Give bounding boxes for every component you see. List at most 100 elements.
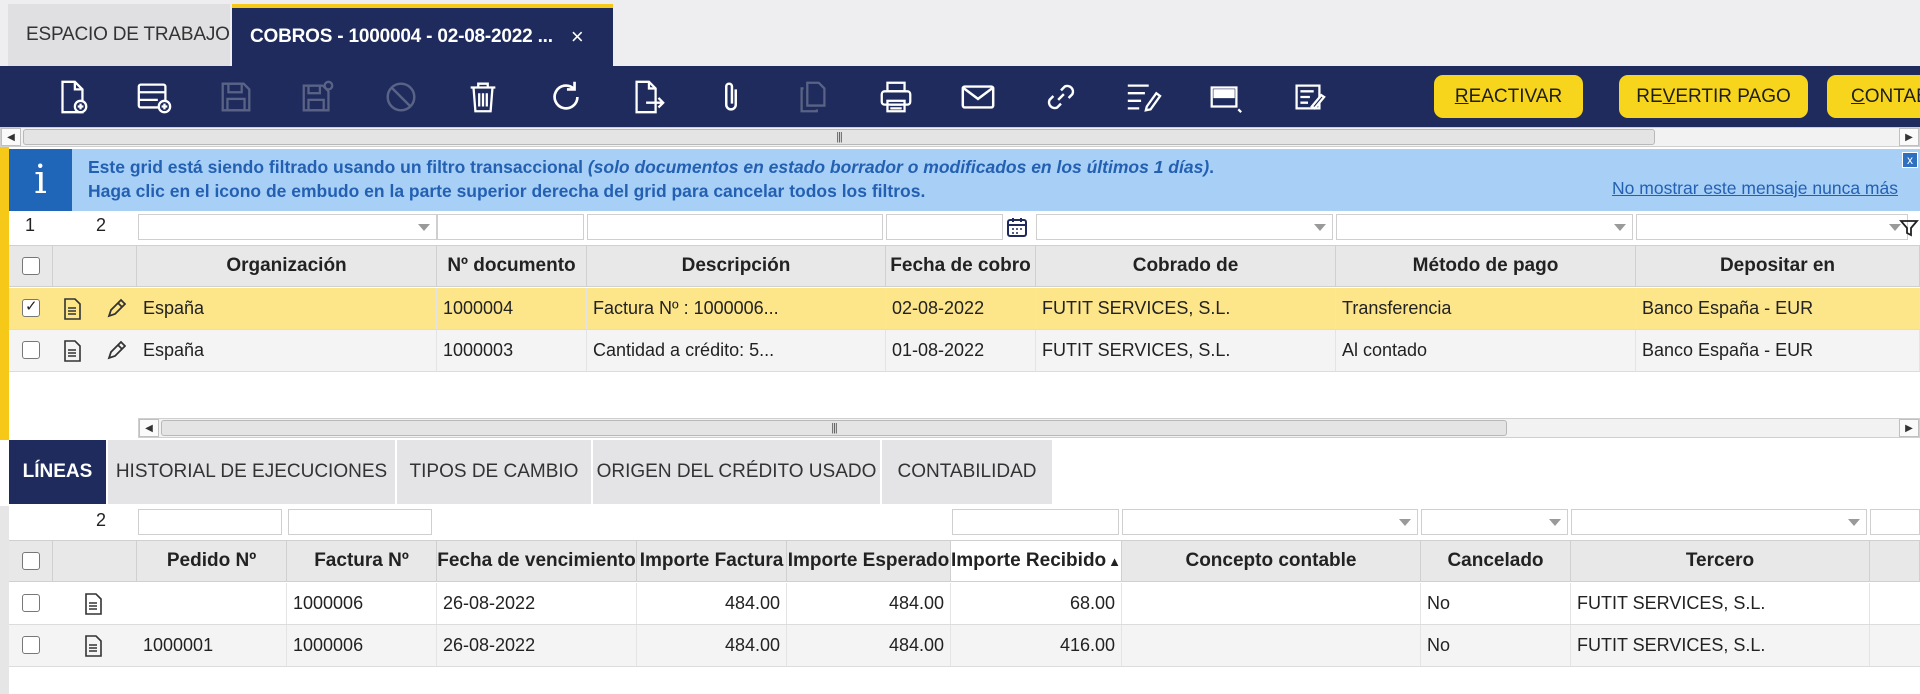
tab-workspace[interactable]: ESPACIO DE TRABAJO [8,4,230,66]
new-row-icon[interactable] [133,76,175,118]
table-row[interactable]: 1000001 1000006 26-08-2022 484.00 484.00… [9,625,1920,667]
row-checkbox[interactable] [22,341,40,359]
funnel-filter-icon[interactable] [1899,218,1919,238]
table-row[interactable]: España 1000004 Factura Nº : 1000006... 0… [9,288,1920,330]
filter-order-no[interactable] [138,509,282,535]
filter-canceled[interactable] [1421,509,1568,535]
refresh-icon[interactable] [545,76,587,118]
filter-description[interactable] [587,214,883,240]
filter-document-no[interactable] [437,214,584,240]
cell-expected-amount: 484.00 [787,583,951,624]
filter-extra[interactable] [1870,509,1920,535]
filter-deposit-to[interactable] [1636,214,1908,240]
col-business-partner[interactable]: Tercero [1571,541,1870,581]
filter-business-partner[interactable] [1571,509,1867,535]
row-checkbox[interactable] [22,297,40,317]
row-checkbox[interactable] [22,636,40,654]
col-canceled[interactable]: Cancelado [1421,541,1571,581]
filter-payment-method[interactable] [1336,214,1633,240]
filter-organization[interactable] [138,214,437,240]
save-icon[interactable] [215,76,257,118]
header-grid-scrollbar[interactable]: ◀ ||| ▶ [138,418,1920,438]
select-all-checkbox[interactable] [21,552,40,570]
filter-invoice-no[interactable] [288,509,432,535]
tab-exchange-rates[interactable]: TIPOS DE CAMBIO [397,440,591,504]
tab-payment-record[interactable]: COBROS - 1000004 - 02-08-2022 ... × [232,4,613,66]
select-all-checkbox[interactable] [21,257,40,275]
col-due-date[interactable]: Fecha de vencimiento [437,541,637,581]
col-deposit-to[interactable]: Depositar en [1636,246,1920,286]
delete-icon[interactable] [462,76,504,118]
table-row[interactable]: España 1000003 Cantidad a crédito: 5... … [9,330,1920,372]
attachment-icon[interactable] [710,76,752,118]
table-row[interactable]: 1000006 26-08-2022 484.00 484.00 68.00 N… [9,583,1920,625]
tab-used-credit-source[interactable]: ORIGEN DEL CRÉDITO USADO [593,440,880,504]
notes-icon[interactable] [1287,76,1329,118]
col-organization[interactable]: Organización [137,246,437,286]
open-form-icon[interactable] [78,589,108,619]
actions-header [53,541,137,581]
col-description[interactable]: Descripción [587,246,886,286]
col-amount-received[interactable]: Importe Recibido ▲ [951,541,1122,581]
edit-pencil-icon[interactable] [101,336,131,366]
open-form-icon[interactable] [57,336,87,366]
scroll-right-icon[interactable]: ▶ [1899,128,1919,146]
col-expected-amount[interactable]: Importe Esperado [787,541,951,581]
row-checkbox[interactable] [22,594,40,612]
cell-invoice-no: 1000006 [287,625,437,666]
tab-lines[interactable]: LÍNEAS [9,440,106,504]
open-form-icon[interactable] [57,294,87,324]
export-icon[interactable] [627,76,669,118]
cell-payment-method: Transferencia [1336,288,1636,329]
cell-due-date: 26-08-2022 [437,583,637,624]
open-form-icon[interactable] [78,631,108,661]
post-accounting-button[interactable]: CONTAB [1827,75,1920,118]
revert-payment-button[interactable]: RE V ERTIR PAGO [1619,75,1808,118]
col-received-from[interactable]: Cobrado de [1036,246,1336,286]
col-invoice-no[interactable]: Factura Nº [287,541,437,581]
scrollbar-thumb[interactable]: ||| [161,420,1507,436]
revert-label-key: V [1662,85,1676,107]
filter-gl-item[interactable] [1122,509,1418,535]
filter-amount-received[interactable] [952,509,1119,535]
message-line2: Haga clic en el icono de embudo en la pa… [88,181,926,201]
audit-icon[interactable] [1122,76,1164,118]
edit-pencil-icon[interactable] [101,294,131,324]
cell-canceled: No [1421,583,1571,624]
scroll-left-icon[interactable]: ◀ [1,128,21,146]
email-icon[interactable] [957,76,999,118]
scroll-left-icon[interactable]: ◀ [139,419,159,437]
filter-payment-date[interactable] [886,214,1003,240]
cell-order-no [137,583,287,624]
link-icon[interactable] [1040,76,1082,118]
cell-deposit-to: Banco España - EUR [1636,330,1920,371]
calendar-icon[interactable] [1005,215,1029,239]
print-icon[interactable] [875,76,917,118]
tab-execution-history[interactable]: HISTORIAL DE EJECUCIONES [108,440,395,504]
sort-ascending-icon[interactable]: ▲ [1108,554,1121,569]
save-close-icon[interactable] [297,76,339,118]
close-tab-icon[interactable]: × [571,24,584,50]
clone-icon[interactable] [792,76,834,118]
new-document-icon[interactable] [51,76,93,118]
col-invoice-amount[interactable]: Importe Factura [637,541,787,581]
col-order-no[interactable]: Pedido Nº [137,541,287,581]
undo-icon[interactable] [380,76,422,118]
dismiss-forever-link[interactable]: No mostrar este mensaje nunca más [1612,178,1898,199]
col-payment-date[interactable]: Fecha de cobro [886,246,1036,286]
form-view-icon[interactable] [1204,76,1246,118]
reactivate-button[interactable]: R EACTIVAR [1434,75,1583,118]
cell-payment-method: Al contado [1336,330,1636,371]
col-payment-method[interactable]: Método de pago [1336,246,1636,286]
toolbar-scrollbar[interactable]: ◀ ||| ▶ [0,127,1920,147]
header-grid-column-headers: Organización Nº documento Descripción Fe… [9,245,1920,287]
scrollbar-thumb[interactable]: ||| [23,129,1655,145]
tab-accounting[interactable]: CONTABILIDAD [882,440,1052,504]
filter-received-from[interactable] [1036,214,1333,240]
scroll-right-icon[interactable]: ▶ [1899,419,1919,437]
col-document-no[interactable]: Nº documento [437,246,587,286]
cell-received-from: FUTIT SERVICES, S.L. [1036,288,1336,329]
col-gl-item[interactable]: Concepto contable [1122,541,1421,581]
cell-amount-received: 416.00 [951,625,1122,666]
close-message-icon[interactable]: x [1902,152,1918,168]
